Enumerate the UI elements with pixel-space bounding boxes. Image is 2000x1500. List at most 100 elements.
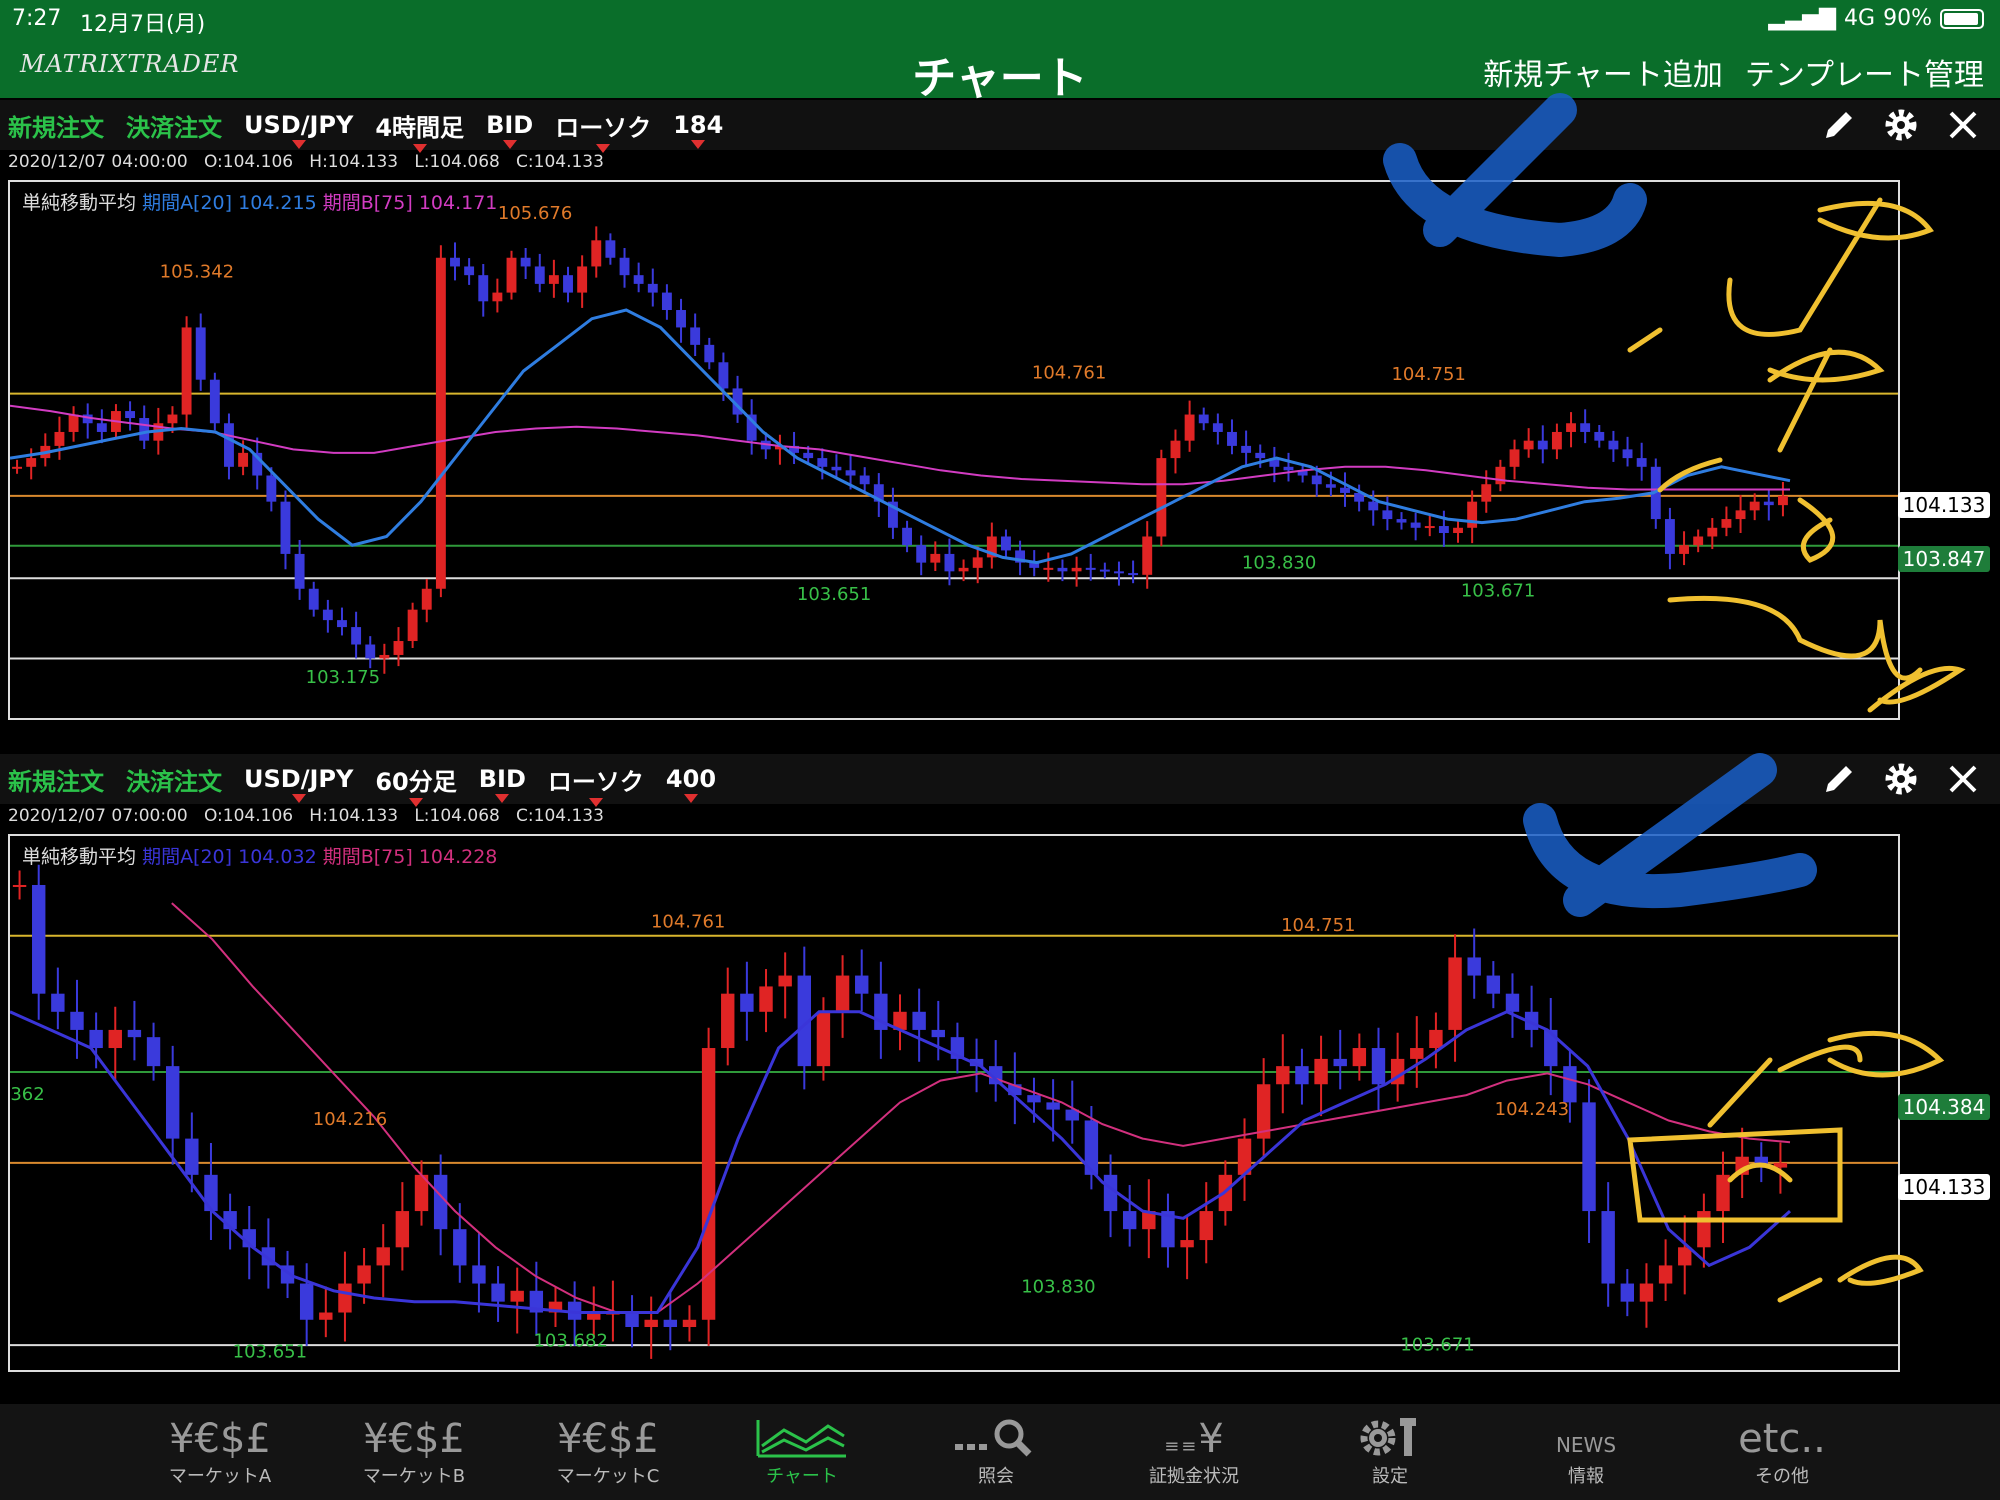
candle-body (1333, 1058, 1347, 1067)
tab-settings[interactable]: 設定 (1310, 1404, 1470, 1500)
candle-body (1608, 440, 1619, 450)
candle-body (1594, 431, 1605, 441)
gear-icon[interactable] (1882, 760, 1920, 798)
close-icon[interactable] (1944, 760, 1982, 798)
candle-body (146, 1037, 161, 1067)
candle-body (1180, 1240, 1194, 1248)
pencil-icon[interactable] (1820, 106, 1858, 144)
chart2-price-type-select[interactable]: BID (479, 765, 526, 803)
price-label: 104.761 (1032, 362, 1106, 383)
tab-market-c[interactable]: ¥€$£ マーケットC (528, 1404, 688, 1500)
close-icon[interactable] (1944, 106, 1982, 144)
candle-body (704, 344, 715, 363)
candle-body (1295, 1066, 1309, 1085)
candle-body (1429, 1029, 1443, 1049)
candle-body (453, 1229, 467, 1266)
tab-margin-status[interactable]: ≡≡¥ 証拠金状況 (1114, 1404, 1274, 1500)
candle-body (1537, 440, 1548, 450)
chart2-pair-select[interactable]: USD/JPY (244, 765, 353, 803)
candle-body (778, 975, 792, 987)
battery-icon (1940, 8, 1984, 29)
chart2-new-order-button[interactable]: 新規注文 (8, 762, 104, 797)
candle-body (958, 567, 969, 572)
title-bar: MATRIXTRADER チャート 新規チャート追加 テンプレート管理 (0, 38, 2000, 104)
tab-market-a[interactable]: ¥€$£ マーケットA (140, 1404, 300, 1500)
tab-market-b[interactable]: ¥€$£ マーケットB (334, 1404, 494, 1500)
price-label: 104.751 (1281, 915, 1355, 936)
chart2-low: L:104.068 (414, 806, 500, 826)
candle-body (1721, 519, 1732, 528)
candle-body (1099, 569, 1110, 572)
candle-body (1563, 1066, 1577, 1103)
candle-body (351, 627, 362, 645)
tab-chart[interactable]: チャート (722, 1404, 882, 1500)
candle-body (407, 609, 418, 642)
candle-body (1410, 1048, 1424, 1059)
price-label: 105.676 (498, 203, 572, 224)
chart2-timeframe-select[interactable]: 60分足 (375, 762, 457, 807)
chart1-settle-order-button[interactable]: 決済注文 (126, 108, 222, 143)
candle-body (1566, 423, 1576, 432)
candle-body (534, 266, 545, 284)
price-label: 104.761 (651, 911, 725, 932)
chart2-chart-type-select[interactable]: ローソク (548, 762, 644, 807)
chart2-settle-order-button[interactable]: 決済注文 (126, 762, 222, 797)
chart2-toolbar: 新規注文 決済注文 USD/JPY 60分足 BID ローソク 400 (0, 754, 2000, 807)
candle-body (1325, 484, 1336, 488)
price-label: 103.682 (533, 1330, 607, 1351)
candle-body (1763, 501, 1774, 506)
candle-body (125, 411, 136, 419)
chart1-close: C:104.133 (516, 152, 604, 172)
candle-body (299, 1283, 314, 1320)
chart1-new-order-button[interactable]: 新規注文 (8, 108, 104, 143)
chart1-timeframe-select[interactable]: 4時間足 (375, 108, 464, 153)
candle-body (944, 553, 955, 572)
chart2-panel[interactable]: 単純移動平均 期間A[20] 104.032 期間B[75] 104.228 1… (8, 834, 1900, 1372)
chart2-tool-icons (1820, 760, 1982, 798)
tab-inquiry[interactable]: 照会 (916, 1404, 1076, 1500)
candle-body (1582, 1102, 1596, 1212)
candle-body (676, 310, 686, 328)
chart1-panel[interactable]: 単純移動平均 期間A[20] 104.215 期間B[75] 104.171 1… (8, 180, 1900, 720)
chart2-count-select[interactable]: 400 (666, 765, 716, 803)
tab-label: 照会 (978, 1466, 1014, 1487)
candle-body (619, 257, 630, 276)
candle-body (1773, 1162, 1788, 1168)
chart1-count-select[interactable]: 184 (673, 111, 723, 149)
candle-body (70, 1011, 84, 1030)
tab-other[interactable]: etc.. その他 (1702, 1404, 1862, 1500)
price-label: 103.651 (233, 1342, 307, 1363)
chart1-pair-select[interactable]: USD/JPY (244, 111, 353, 149)
chart1-price-type-select[interactable]: BID (486, 111, 533, 149)
chart1-green-line-badge: 103.847 (1898, 546, 1990, 572)
candle-body (1551, 431, 1562, 450)
candle-body (759, 986, 773, 1012)
candle-body (972, 557, 983, 568)
candle-body (393, 641, 404, 655)
chart1-open: O:104.106 (203, 152, 294, 172)
candle-body (421, 588, 432, 610)
pencil-icon[interactable] (1820, 760, 1858, 798)
candle-body (1241, 445, 1252, 453)
tab-news[interactable]: NEWS 情報 (1506, 1404, 1666, 1500)
candle-body (690, 327, 701, 345)
candle-body (379, 654, 390, 659)
candle-body (1754, 1156, 1768, 1168)
add-chart-button[interactable]: 新規チャート追加 (1483, 50, 1723, 94)
gear-icon[interactable] (1882, 106, 1920, 144)
network-type: 4G (1844, 6, 1876, 31)
candle-body (167, 414, 178, 424)
candle-body (1128, 573, 1139, 576)
candle-body (1509, 449, 1520, 467)
chart1-high: H:104.133 (309, 152, 399, 172)
candle-body (1085, 567, 1096, 570)
candle-body (450, 257, 460, 267)
tab-label: 設定 (1372, 1466, 1408, 1487)
candle-body (238, 452, 249, 467)
candle-body (1382, 510, 1393, 520)
candle-body (1340, 487, 1350, 493)
tab-label: マーケットC (556, 1466, 660, 1487)
template-manage-button[interactable]: テンプレート管理 (1745, 50, 1984, 94)
chart1-chart-type-select[interactable]: ローソク (555, 108, 651, 153)
candle-body (1505, 993, 1520, 1012)
